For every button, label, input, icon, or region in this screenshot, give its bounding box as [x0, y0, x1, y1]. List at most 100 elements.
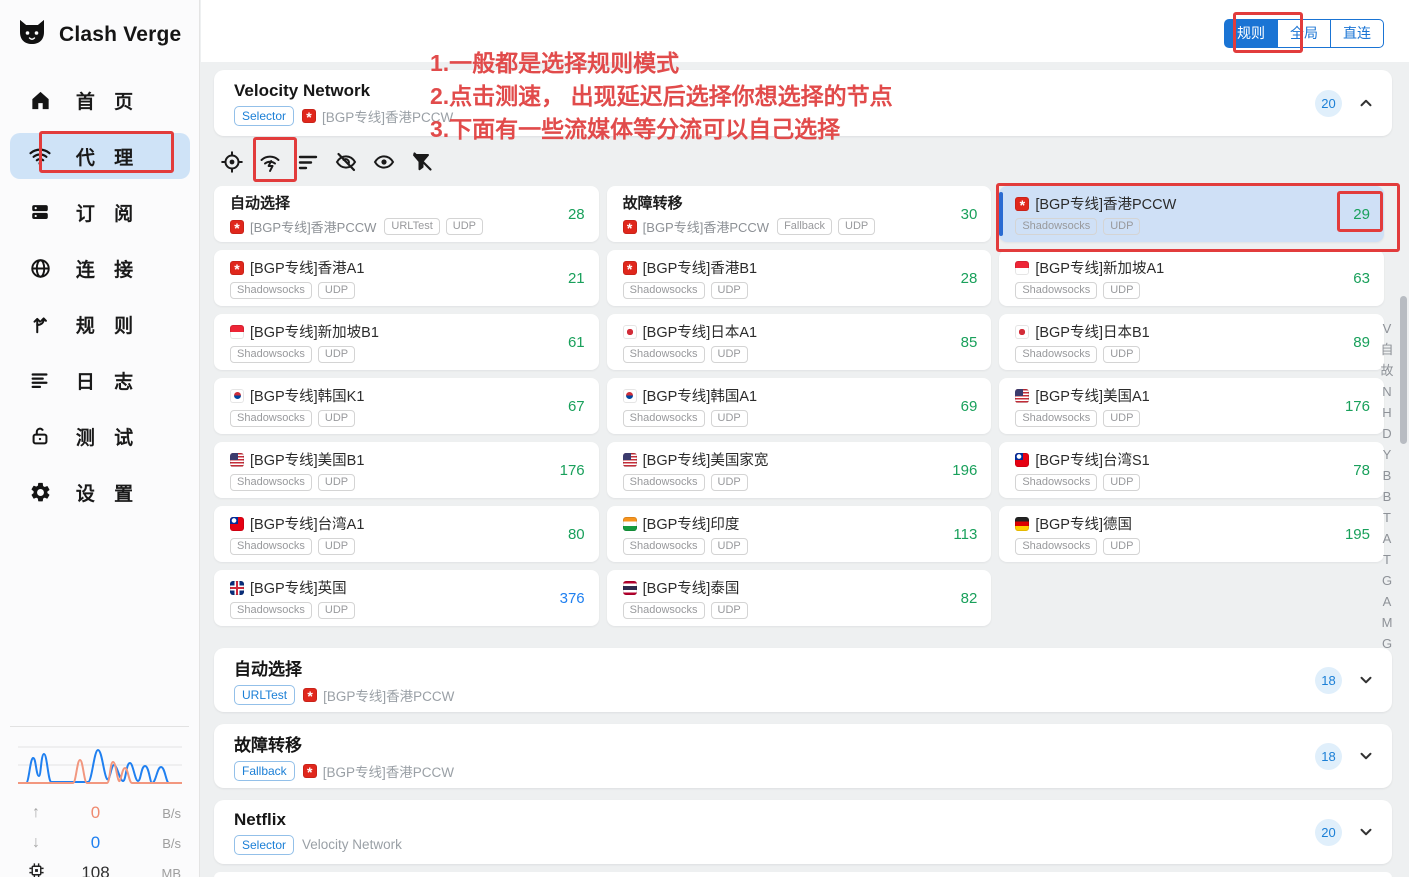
- locate-icon[interactable]: [220, 150, 244, 174]
- proxy-card[interactable]: [BGP专线]德国 ShadowsocksUDP 195: [999, 506, 1384, 562]
- eye-icon[interactable]: [372, 150, 396, 174]
- sidebar-item-logs[interactable]: 日 志: [10, 357, 190, 403]
- chevron-up-icon[interactable]: [1356, 93, 1376, 113]
- chevron-down-icon[interactable]: [1356, 822, 1376, 842]
- arrow-down-icon: ↓: [18, 834, 54, 852]
- group-scroll-index[interactable]: V自故NHDYBBTATGAMG: [1378, 318, 1396, 654]
- scroll-index-letter[interactable]: T: [1378, 507, 1396, 528]
- proxy-card[interactable]: [BGP专线]韩国K1 ShadowsocksUDP 67: [214, 378, 599, 434]
- flag-de-icon: [1015, 517, 1029, 531]
- scroll-index-letter[interactable]: Y: [1378, 444, 1396, 465]
- proxy-card[interactable]: 自动选择 [BGP专线]香港PCCWURLTestUDP 28: [214, 186, 599, 242]
- proxy-tag: Shadowsocks: [1015, 346, 1097, 363]
- flag-us-icon: [230, 453, 244, 467]
- group-name: 故障转移: [234, 731, 1315, 756]
- scroll-index-letter[interactable]: A: [1378, 528, 1396, 549]
- proxy-card[interactable]: [BGP专线]美国B1 ShadowsocksUDP 176: [214, 442, 599, 498]
- flag-hk-icon: [303, 764, 317, 778]
- scroll-index-letter[interactable]: G: [1378, 633, 1396, 654]
- scroll-index-letter[interactable]: M: [1378, 612, 1396, 633]
- proxy-tag: UDP: [1103, 538, 1140, 555]
- sidebar-item-subscription[interactable]: 订 阅: [10, 189, 190, 235]
- flag-us-icon: [1015, 389, 1029, 403]
- mode-button-规则[interactable]: 规则: [1224, 19, 1278, 48]
- memory-stat[interactable]: 108 MB: [10, 858, 189, 877]
- scroll-index-letter[interactable]: B: [1378, 486, 1396, 507]
- proxy-card[interactable]: [BGP专线]英国 ShadowsocksUDP 376: [214, 570, 599, 626]
- proxy-card[interactable]: [BGP专线]台湾S1 ShadowsocksUDP 78: [999, 442, 1384, 498]
- proxy-latency: 78: [1336, 462, 1370, 479]
- proxy-card-selected[interactable]: [BGP专线]香港PCCW ShadowsocksUDP 29: [999, 186, 1384, 242]
- sidebar-item-test[interactable]: 测 试: [10, 413, 190, 459]
- proxy-card[interactable]: [BGP专线]日本A1 ShadowsocksUDP 85: [607, 314, 992, 370]
- group-header-velocity-network[interactable]: Velocity Network Selector [BGP专线]香港PCCW …: [214, 70, 1392, 136]
- traffic-graph: [18, 739, 182, 793]
- proxy-card[interactable]: [BGP专线]新加坡B1 ShadowsocksUDP 61: [214, 314, 599, 370]
- split-arrow-icon: [28, 312, 52, 336]
- proxy-card-title: [BGP专线]香港PCCW: [1035, 193, 1176, 214]
- sidebar-item-home[interactable]: 首 页: [10, 77, 190, 123]
- proxy-latency: 376: [551, 590, 585, 607]
- flag-kr-icon: [623, 389, 637, 403]
- proxy-tag: Shadowsocks: [230, 346, 312, 363]
- speed-test-icon[interactable]: [258, 150, 282, 174]
- sidebar-item-settings[interactable]: 设 置: [10, 469, 190, 515]
- scroll-index-letter[interactable]: 故: [1378, 360, 1396, 381]
- scroll-index-letter[interactable]: V: [1378, 318, 1396, 339]
- sidebar-item-proxy[interactable]: 代 理: [10, 133, 190, 179]
- memory-unit: MB: [137, 866, 181, 877]
- proxy-card[interactable]: [BGP专线]美国A1 ShadowsocksUDP 176: [999, 378, 1384, 434]
- proxy-card[interactable]: [BGP专线]台湾A1 ShadowsocksUDP 80: [214, 506, 599, 562]
- sort-icon[interactable]: [296, 150, 320, 174]
- proxy-tag: Shadowsocks: [1015, 410, 1097, 427]
- flag-hk-icon: [623, 261, 637, 275]
- proxy-card[interactable]: [BGP专线]香港A1 ShadowsocksUDP 21: [214, 250, 599, 306]
- sidebar-item-connections[interactable]: 连 接: [10, 245, 190, 291]
- chevron-down-icon[interactable]: [1356, 746, 1376, 766]
- proxy-tag: UDP: [1103, 410, 1140, 427]
- app-window: Clash Verge 首 页 代 理 订 阅 连 接 规 则 日 志: [0, 0, 1409, 877]
- scroll-index-letter[interactable]: G: [1378, 570, 1396, 591]
- eye-off-icon[interactable]: [334, 150, 358, 174]
- proxy-group-row-自动选择[interactable]: 自动选择 URLTest [BGP专线]香港PCCW 18: [214, 648, 1392, 712]
- group-current-proxy: Velocity Network: [302, 837, 402, 852]
- filter-off-icon[interactable]: [410, 150, 434, 174]
- app-logo: Clash Verge: [0, 0, 199, 63]
- proxy-card[interactable]: [BGP专线]泰国 ShadowsocksUDP 82: [607, 570, 992, 626]
- proxy-latency: 30: [943, 206, 977, 223]
- scroll-index-letter[interactable]: 自: [1378, 339, 1396, 360]
- sidebar-item-rules[interactable]: 规 则: [10, 301, 190, 347]
- chevron-down-icon[interactable]: [1356, 670, 1376, 690]
- log-lines-icon: [28, 368, 52, 392]
- download-value: 0: [54, 833, 137, 853]
- scroll-index-letter[interactable]: D: [1378, 423, 1396, 444]
- proxy-card[interactable]: [BGP专线]韩国A1 ShadowsocksUDP 69: [607, 378, 992, 434]
- proxy-toolbar: [220, 150, 434, 174]
- proxy-group-row-故障转移[interactable]: 故障转移 Fallback [BGP专线]香港PCCW 18: [214, 724, 1392, 788]
- proxy-card[interactable]: [BGP专线]美国家宽 ShadowsocksUDP 196: [607, 442, 992, 498]
- proxy-card[interactable]: [BGP专线]香港B1 ShadowsocksUDP 28: [607, 250, 992, 306]
- proxy-card[interactable]: [BGP专线]日本B1 ShadowsocksUDP 89: [999, 314, 1384, 370]
- mode-button-直连[interactable]: 直连: [1331, 19, 1384, 48]
- flag-kr-icon: [230, 389, 244, 403]
- sidebar: Clash Verge 首 页 代 理 订 阅 连 接 规 则 日 志: [0, 0, 200, 877]
- proxy-card[interactable]: [BGP专线]印度 ShadowsocksUDP 113: [607, 506, 992, 562]
- scroll-index-letter[interactable]: H: [1378, 402, 1396, 423]
- proxy-card-title: [BGP专线]香港A1: [250, 257, 364, 278]
- proxy-card[interactable]: [BGP专线]新加坡A1 ShadowsocksUDP 63: [999, 250, 1384, 306]
- scroll-index-letter[interactable]: A: [1378, 591, 1396, 612]
- group-type-tag: Selector: [234, 106, 294, 126]
- proxy-tag: UDP: [1103, 474, 1140, 491]
- proxy-card[interactable]: 故障转移 [BGP专线]香港PCCWFallbackUDP 30: [607, 186, 992, 242]
- group-type-tag: URLTest: [234, 685, 295, 705]
- scrollbar-thumb[interactable]: [1400, 296, 1407, 444]
- scroll-index-letter[interactable]: T: [1378, 549, 1396, 570]
- mode-button-全局[interactable]: 全局: [1278, 19, 1331, 48]
- proxy-group-row-Netflix[interactable]: Netflix Selector Velocity Network 20: [214, 800, 1392, 864]
- proxy-latency: 21: [551, 270, 585, 287]
- scroll-index-letter[interactable]: N: [1378, 381, 1396, 402]
- scroll-index-letter[interactable]: B: [1378, 465, 1396, 486]
- group-type-tag: Selector: [234, 835, 294, 855]
- proxy-latency: 85: [943, 334, 977, 351]
- sidebar-item-label: 首 页: [52, 87, 190, 114]
